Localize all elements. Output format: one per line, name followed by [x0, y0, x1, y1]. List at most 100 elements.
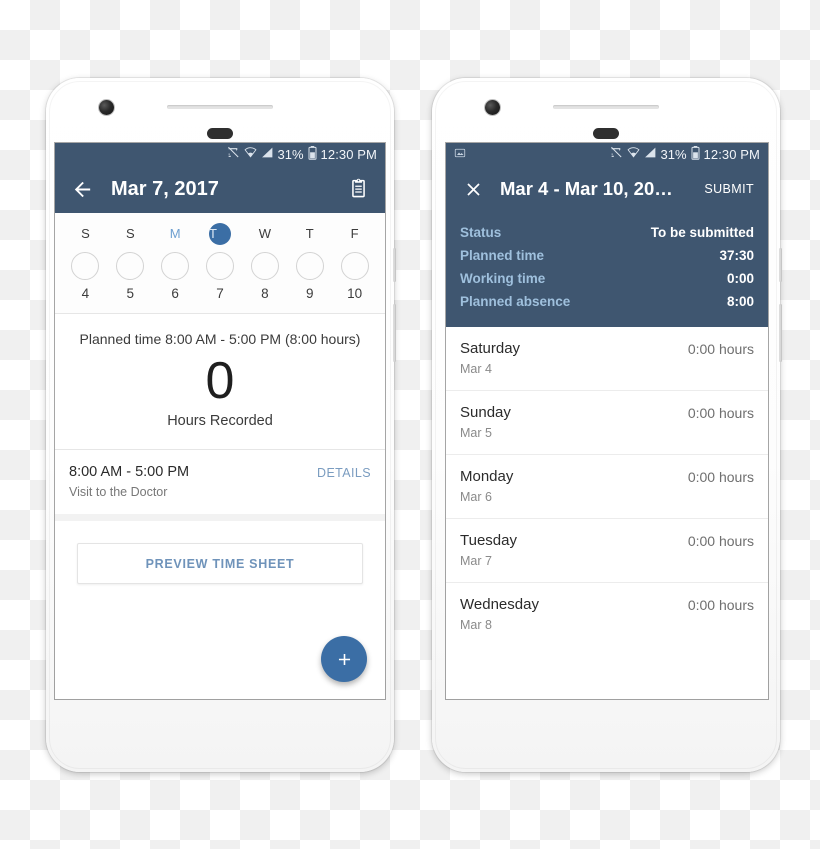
clipboard-icon[interactable]: [347, 177, 371, 201]
arrow-left-icon[interactable]: [69, 176, 95, 202]
week-day-1[interactable]: S 5: [108, 223, 153, 301]
week-day-5[interactable]: T 9: [287, 223, 332, 301]
summary-label: Working time: [460, 271, 546, 286]
status-bar-right-slot: 31% 12:30 PM: [610, 145, 760, 163]
day-row-text: Monday Mar 6: [460, 468, 688, 504]
week-strip: S 4 S 5 M 6 T 7 W 8 T 9 F 10: [55, 213, 385, 313]
week-day-2[interactable]: M 6: [153, 223, 198, 301]
battery-icon: [691, 145, 700, 163]
week-day-number: 9: [305, 286, 314, 301]
week-day-number: 10: [347, 286, 363, 301]
summary-value: 37:30: [719, 248, 754, 263]
week-day-dow: S: [81, 226, 90, 241]
signal-icon: [261, 146, 274, 162]
close-icon[interactable]: [460, 176, 486, 202]
week-day-4[interactable]: W 8: [242, 223, 287, 301]
time-entry-range: 8:00 AM - 5:00 PM: [69, 464, 190, 480]
day-hours: 0:00 hours: [687, 597, 754, 613]
day-hours: 0:00 hours: [687, 469, 754, 485]
week-day-circle: [250, 252, 279, 280]
preview-button-wrap: PREVIEW TIME SHEET: [55, 521, 385, 584]
plus-icon: [338, 653, 350, 665]
screen-right: 31% 12:30 PM Mar 4 - Mar 10, 20… SUBMIT …: [446, 143, 768, 699]
wifi-icon: [627, 146, 640, 162]
battery-percent-label: 31%: [277, 146, 304, 162]
app-bar-right: Mar 4 - Mar 10, 20… SUBMIT: [446, 165, 768, 213]
week-day-dow: F: [350, 226, 359, 241]
day-row-text: Saturday Mar 4: [460, 340, 688, 376]
summary-value: To be submitted: [650, 225, 754, 240]
day-row-text: Wednesday Mar 8: [460, 596, 688, 632]
day-row[interactable]: Wednesday Mar 8 0:00 hours: [446, 583, 768, 646]
day-hours: 0:00 hours: [687, 341, 754, 357]
clock-label: 12:30 PM: [320, 146, 377, 162]
volume-button[interactable]: [779, 304, 782, 362]
hours-recorded-caption: Hours Recorded: [167, 413, 273, 429]
signal-icon: [644, 146, 657, 162]
preview-time-sheet-label: PREVIEW TIME SHEET: [145, 556, 295, 571]
week-day-number: 4: [81, 286, 90, 301]
screenshot-icon: [454, 147, 466, 162]
day-date: Mar 6: [460, 490, 492, 504]
power-button[interactable]: [779, 248, 782, 282]
week-day-dow: S: [125, 226, 135, 241]
day-row[interactable]: Sunday Mar 5 0:00 hours: [446, 391, 768, 455]
timesheet-summary-block: Status To be submitted Planned time 37:3…: [446, 213, 768, 327]
front-camera-icon: [99, 100, 114, 115]
volume-button[interactable]: [393, 304, 396, 362]
time-entry-description: Visit to the Doctor: [69, 485, 168, 499]
cast-muted-icon: [610, 146, 623, 162]
week-day-circle: [206, 252, 234, 280]
week-day-6[interactable]: F 10: [332, 223, 377, 301]
submit-button[interactable]: SUBMIT: [704, 182, 754, 196]
status-bar-right: 31% 12:30 PM: [446, 143, 768, 165]
time-entry-text: 8:00 AM - 5:00 PM Visit to the Doctor: [69, 464, 317, 499]
phone-device-right: 31% 12:30 PM Mar 4 - Mar 10, 20… SUBMIT …: [432, 78, 782, 772]
week-day-number: 8: [261, 286, 269, 301]
hours-recorded-value: 0: [205, 352, 235, 410]
day-date: Mar 8: [460, 618, 492, 632]
battery-percent-label: 31%: [660, 146, 687, 162]
battery-icon: [308, 145, 317, 163]
summary-row-working-time: Working time 0:00: [460, 267, 754, 290]
week-day-number: 6: [171, 286, 179, 301]
day-name: Saturday: [460, 340, 521, 357]
sensor-pill: [207, 128, 233, 139]
add-entry-fab[interactable]: [321, 636, 367, 682]
wifi-icon: [244, 146, 257, 162]
earpiece-speaker: [167, 105, 273, 109]
earpiece-speaker: [553, 105, 659, 109]
page-title: Mar 4 - Mar 10, 20…: [500, 178, 673, 199]
week-day-3-selected[interactable]: T 7: [198, 223, 243, 301]
week-day-dow-selected: T: [209, 223, 231, 245]
day-row[interactable]: Tuesday Mar 7 0:00 hours: [446, 519, 768, 583]
time-entry-row[interactable]: 8:00 AM - 5:00 PM Visit to the Doctor DE…: [55, 450, 385, 514]
summary-row-planned-absence: Planned absence 8:00: [460, 290, 754, 313]
day-date: Mar 4: [460, 362, 492, 376]
clock-label: 12:30 PM: [703, 146, 760, 162]
screen-left: 31% 12:30 PM Mar 7, 2017 S 4 S 5 M 6 T 7…: [55, 143, 385, 699]
day-date: Mar 5: [460, 426, 492, 440]
section-gap: [55, 514, 385, 521]
day-row-text: Sunday Mar 5: [460, 404, 688, 440]
summary-row-status: Status To be submitted: [460, 221, 754, 244]
day-row[interactable]: Saturday Mar 4 0:00 hours: [446, 327, 768, 391]
week-day-number: 5: [126, 286, 135, 301]
sensor-pill: [593, 128, 619, 139]
week-day-circle: [71, 252, 100, 280]
front-camera-icon: [485, 100, 500, 115]
power-button[interactable]: [393, 248, 396, 282]
week-day-0[interactable]: S 4: [63, 223, 108, 301]
day-date: Mar 7: [460, 554, 492, 568]
details-button[interactable]: DETAILS: [317, 464, 371, 480]
day-name: Wednesday: [460, 596, 539, 613]
summary-value: 8:00: [726, 294, 754, 309]
week-day-number: 7: [216, 286, 224, 301]
app-bar-left: Mar 7, 2017: [55, 165, 385, 213]
day-row[interactable]: Monday Mar 6 0:00 hours: [446, 455, 768, 519]
week-day-circle: [295, 252, 324, 280]
summary-value: 0:00: [726, 271, 754, 286]
summary-row-planned-time: Planned time 37:30: [460, 244, 754, 267]
status-bar-left-slot: [454, 147, 610, 162]
preview-time-sheet-button[interactable]: PREVIEW TIME SHEET: [77, 543, 363, 584]
